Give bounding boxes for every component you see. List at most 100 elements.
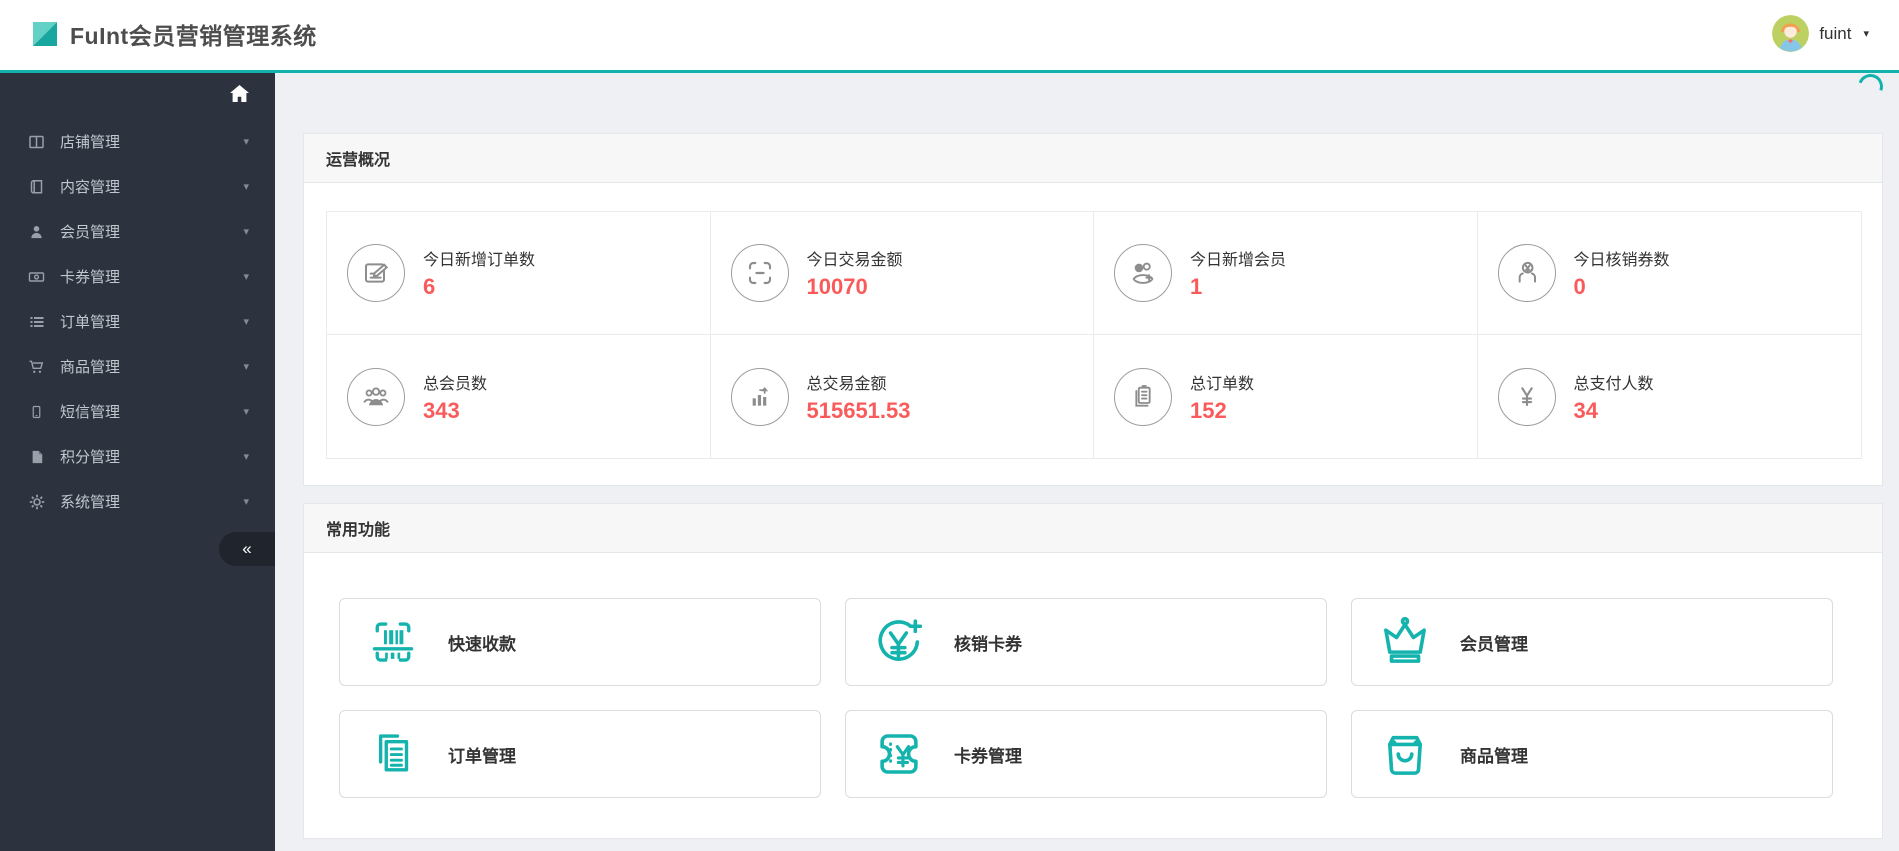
quick-actions-panel: 常用功能 快速收款 核销卡券 会员管理 订单管理 卡券管理 商品管理 <box>303 503 1883 839</box>
stat-label: 今日核销券数 <box>1573 252 1670 269</box>
caret-down-icon: ▾ <box>243 271 249 283</box>
book-icon <box>27 179 46 195</box>
brand: FuInt会员营销管理系统 <box>30 17 317 51</box>
sidebar-item-order[interactable]: 订单管理 ▾ <box>0 299 275 344</box>
stat-label: 总订单数 <box>1190 375 1255 393</box>
caret-down-icon: ▾ <box>243 406 249 418</box>
sidebar: 店铺管理 ▾ 内容管理 ▾ 会员管理 ▾ 卡券管理 ▾ 订单管理 ▾ 商品管理 … <box>0 73 275 851</box>
scan-icon <box>730 244 789 302</box>
list-icon <box>27 314 46 330</box>
sidebar-collapse-button[interactable]: « <box>219 532 275 566</box>
stat-value: 34 <box>1573 397 1598 423</box>
home-button[interactable] <box>0 73 275 113</box>
stat-value: 0 <box>1573 274 1586 299</box>
overview-panel-header: 运营概况 <box>304 134 1882 183</box>
yen-plus-icon <box>872 615 926 669</box>
stat-value: 1 <box>1190 274 1203 299</box>
hand-yen-icon <box>1497 244 1556 302</box>
members-group-icon <box>347 367 405 426</box>
top-header: FuInt会员营销管理系统 fuint ▾ <box>0 0 1899 73</box>
caret-down-icon: ▾ <box>243 496 249 508</box>
quick-actions-body: 快速收款 核销卡券 会员管理 订单管理 卡券管理 商品管理 <box>304 553 1882 838</box>
edit-icon <box>347 244 405 302</box>
stat-total-amount: 总交易金额 515651.53 <box>710 335 1094 458</box>
add-member-icon <box>1114 244 1172 302</box>
stat-label: 今日新增会员 <box>1190 252 1287 269</box>
bar-chart-icon <box>730 367 789 426</box>
money-icon <box>27 269 46 285</box>
redeem-coupon-button[interactable]: 核销卡券 <box>845 598 1327 686</box>
sidebar-item-sms[interactable]: 短信管理 ▾ <box>0 389 275 434</box>
barcode-scan-icon <box>366 615 420 669</box>
order-manage-button[interactable]: 订单管理 <box>339 710 821 798</box>
member-manage-button[interactable]: 会员管理 <box>1351 598 1833 686</box>
user-icon <box>27 224 46 240</box>
caret-down-icon: ▾ <box>1863 28 1869 40</box>
stat-value: 343 <box>423 397 460 423</box>
stat-total-members: 总会员数 343 <box>327 335 711 458</box>
action-label: 订单管理 <box>448 746 516 766</box>
stat-today-members: 今日新增会员 1 <box>1094 212 1478 335</box>
sidebar-menu: 店铺管理 ▾ 内容管理 ▾ 会员管理 ▾ 卡券管理 ▾ 订单管理 ▾ 商品管理 … <box>0 119 275 524</box>
sidebar-item-member[interactable]: 会员管理 ▾ <box>0 209 275 254</box>
overview-title: 运营概况 <box>326 152 391 169</box>
stats-grid: 今日新增订单数 6 今日交易金额 10070 今日新增会员 1 今日核销券数 0… <box>326 211 1862 459</box>
sidebar-item-content[interactable]: 内容管理 ▾ <box>0 164 275 209</box>
stat-value: 10070 <box>806 274 868 299</box>
action-label: 快速收款 <box>448 634 516 654</box>
stat-value: 6 <box>423 274 436 299</box>
coupon-icon <box>872 727 926 781</box>
home-icon <box>230 84 249 102</box>
caret-down-icon: ▾ <box>243 181 249 193</box>
user-menu[interactable]: fuint ▾ <box>1772 15 1869 52</box>
gear-icon <box>27 494 46 510</box>
user-avatar[interactable] <box>1772 15 1810 52</box>
collapse-left-icon: « <box>242 539 252 558</box>
stat-today-amount: 今日交易金额 10070 <box>710 212 1094 335</box>
sidebar-item-store[interactable]: 店铺管理 ▾ <box>0 119 275 164</box>
quick-collect-button[interactable]: 快速收款 <box>339 598 821 686</box>
quick-actions-title: 常用功能 <box>326 522 391 539</box>
file-icon <box>27 449 46 465</box>
main-content: 运营概况 今日新增订单数 6 今日交易金额 10070 今日新增会员 1 今日核… <box>275 69 1899 851</box>
stat-value: 152 <box>1190 397 1227 423</box>
orders-doc-icon <box>1114 367 1172 426</box>
stat-label: 今日交易金额 <box>806 252 903 269</box>
action-label: 商品管理 <box>1460 746 1528 766</box>
sidebar-item-coupon[interactable]: 卡券管理 ▾ <box>0 254 275 299</box>
user-name[interactable]: fuint <box>1819 24 1851 44</box>
sidebar-item-points[interactable]: 积分管理 ▾ <box>0 434 275 479</box>
stat-today-orders: 今日新增订单数 6 <box>327 212 711 335</box>
mobile-icon <box>27 404 46 420</box>
action-label: 核销卡券 <box>954 634 1022 654</box>
yen-circle-icon <box>1497 367 1556 426</box>
columns-icon <box>27 134 46 150</box>
documents-icon <box>366 727 420 781</box>
stat-value: 515651.53 <box>806 397 911 423</box>
caret-down-icon: ▾ <box>243 361 249 373</box>
action-label: 卡券管理 <box>954 746 1022 766</box>
stat-today-redeemed: 今日核销券数 0 <box>1477 212 1861 335</box>
coupon-manage-button[interactable]: 卡券管理 <box>845 710 1327 798</box>
overview-body: 今日新增订单数 6 今日交易金额 10070 今日新增会员 1 今日核销券数 0… <box>304 183 1882 485</box>
caret-down-icon: ▾ <box>243 316 249 328</box>
app-title: FuInt会员营销管理系统 <box>70 22 317 49</box>
sidebar-item-goods[interactable]: 商品管理 ▾ <box>0 344 275 389</box>
app-logo-icon <box>30 19 60 49</box>
shopping-bag-icon <box>1378 727 1432 781</box>
stat-label: 总支付人数 <box>1573 375 1654 393</box>
stat-total-orders: 总订单数 152 <box>1094 335 1478 458</box>
stat-total-payers: 总支付人数 34 <box>1477 335 1861 458</box>
cart-icon <box>27 359 46 375</box>
quick-actions-panel-header: 常用功能 <box>304 504 1882 553</box>
stat-label: 今日新增订单数 <box>423 252 536 269</box>
action-label: 会员管理 <box>1460 634 1528 654</box>
stat-label: 总交易金额 <box>806 375 887 393</box>
caret-down-icon: ▾ <box>243 136 249 148</box>
overview-panel: 运营概况 今日新增订单数 6 今日交易金额 10070 今日新增会员 1 今日核… <box>303 133 1883 486</box>
stat-label: 总会员数 <box>423 375 488 393</box>
loading-spinner-icon <box>1853 69 1888 104</box>
sidebar-item-system[interactable]: 系统管理 ▾ <box>0 479 275 524</box>
goods-manage-button[interactable]: 商品管理 <box>1351 710 1833 798</box>
caret-down-icon: ▾ <box>243 226 249 238</box>
